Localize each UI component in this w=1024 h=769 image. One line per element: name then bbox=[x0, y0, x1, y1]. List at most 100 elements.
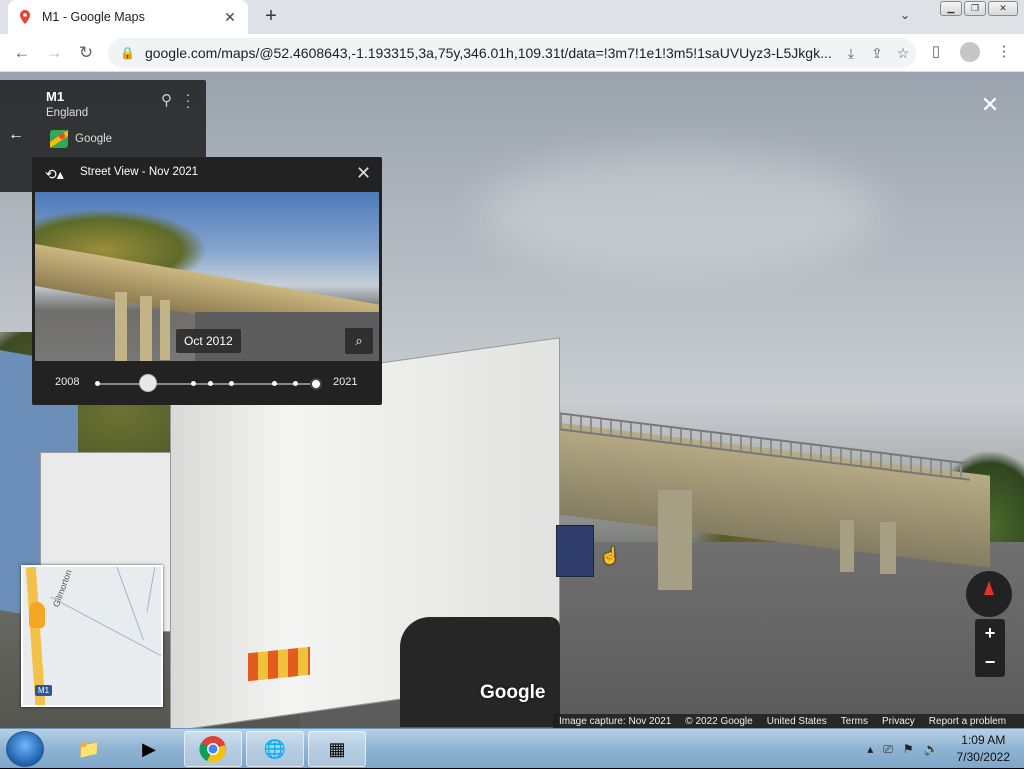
start-button[interactable] bbox=[6, 731, 44, 767]
forward-icon[interactable]: → bbox=[44, 43, 64, 63]
blue-truck-ahead bbox=[556, 525, 594, 577]
side-panel-icon[interactable]: ▯ bbox=[926, 42, 946, 62]
tab-search-icon[interactable]: ⌄ bbox=[896, 8, 914, 26]
year-slider[interactable]: 2008 2021 bbox=[32, 361, 382, 405]
more-options-icon[interactable]: · · · bbox=[183, 87, 193, 113]
time-machine-title: Street View - Nov 2021 bbox=[80, 166, 199, 178]
minimize-button[interactable]: ▁ bbox=[940, 1, 962, 16]
history-icon[interactable]: ⟲▴ bbox=[45, 166, 64, 184]
volume-icon[interactable]: 🔈 bbox=[924, 742, 939, 756]
clock-time: 1:09 AM bbox=[961, 733, 1006, 747]
url-text[interactable]: google.com/maps/@52.4608643,-1.193315,3a… bbox=[145, 45, 838, 61]
bridge-pillar bbox=[880, 522, 896, 574]
slider-tick[interactable] bbox=[272, 381, 277, 386]
location-subtitle: England bbox=[46, 107, 89, 119]
media-player-icon[interactable]: ▶ bbox=[120, 731, 178, 767]
control-panel-icon[interactable]: ▦ bbox=[308, 731, 366, 767]
thumbnail-date: Oct 2012 bbox=[176, 329, 241, 353]
thumbnail-pillar bbox=[140, 296, 152, 361]
slider-tick[interactable] bbox=[191, 381, 196, 386]
thumbnail-pillar bbox=[160, 300, 170, 360]
tab-title: M1 - Google Maps bbox=[42, 10, 145, 24]
copyright-text: © 2022 Google bbox=[685, 715, 753, 727]
profile-avatar[interactable] bbox=[960, 42, 980, 62]
compass-icon[interactable] bbox=[966, 571, 1012, 617]
slider-track[interactable] bbox=[97, 383, 317, 385]
privacy-link[interactable]: Privacy bbox=[882, 716, 915, 727]
minimap[interactable]: Gilmorton M1 bbox=[21, 565, 163, 707]
thumbnail-pillar bbox=[115, 292, 127, 361]
minimap-road-line bbox=[50, 596, 161, 659]
windows-taskbar: 📁 ▶ 🌐 ▦ ▴ ⎚ ⚑ 🔈 1:09 AM 7/30/2022 bbox=[0, 728, 1024, 768]
minimap-road-line bbox=[112, 567, 144, 640]
slider-tick[interactable] bbox=[95, 381, 100, 386]
year-end-label: 2021 bbox=[333, 376, 358, 388]
minimap-road-line bbox=[146, 567, 160, 613]
close-window-button[interactable]: ✕ bbox=[988, 1, 1018, 16]
new-tab-button[interactable]: + bbox=[260, 6, 282, 28]
pin-icon[interactable]: ⚲ bbox=[161, 91, 172, 109]
cloud bbox=[480, 152, 880, 272]
chrome-icon[interactable] bbox=[184, 731, 242, 767]
bridge-pillar bbox=[840, 520, 854, 572]
back-arrow-icon[interactable]: ← bbox=[8, 126, 24, 144]
browser-window: M1 - Google Maps ✕ + ⌄ ▁ ❐ ✕ ← → ↻ 🔒 goo… bbox=[0, 0, 1024, 728]
google-maps-logo-icon bbox=[50, 130, 68, 148]
year-start-label: 2008 bbox=[55, 376, 80, 388]
show-hidden-icons-icon[interactable]: ▴ bbox=[867, 742, 873, 756]
source-label: Google bbox=[75, 133, 113, 145]
report-problem-link[interactable]: Report a problem bbox=[929, 716, 1006, 727]
minimap-street-label: Gilmorton bbox=[51, 568, 74, 609]
explorer-icon[interactable]: 📁 bbox=[60, 731, 118, 767]
slider-thumb[interactable] bbox=[138, 374, 157, 392]
region-link[interactable]: United States bbox=[767, 716, 827, 727]
close-icon[interactable]: ✕ bbox=[356, 163, 371, 184]
map-footer: Image capture: Nov 2021 © 2022 Google Un… bbox=[553, 714, 1024, 728]
clock-date: 7/30/2022 bbox=[956, 750, 1010, 764]
browser-toolbar: ← → ↻ 🔒 google.com/maps/@52.4608643,-1.1… bbox=[0, 34, 1024, 72]
google-watermark: Google bbox=[480, 682, 546, 703]
close-street-view-icon[interactable]: ✕ bbox=[978, 92, 1002, 118]
street-view-panorama[interactable]: ← M1 England ⚲ · · · Google ⟲▴ Street View… bbox=[0, 72, 1024, 728]
network-icon[interactable]: ⎚ bbox=[883, 742, 893, 757]
share-icon[interactable]: ⇪ bbox=[864, 45, 890, 62]
maps-pin-icon bbox=[20, 10, 30, 24]
zoom-control: + − bbox=[975, 619, 1005, 677]
tab-strip: M1 - Google Maps ✕ + ⌄ ▁ ❐ ✕ bbox=[0, 0, 1024, 34]
window-controls: ▁ ❐ ✕ bbox=[940, 1, 1018, 16]
road-shield: M1 bbox=[35, 685, 53, 696]
hand-cursor-icon: ☝ bbox=[600, 548, 620, 565]
zoom-out-button[interactable]: − bbox=[975, 648, 1005, 677]
clock[interactable]: 1:09 AM 7/30/2022 bbox=[957, 732, 1010, 766]
network-globe-icon[interactable]: 🌐 bbox=[246, 731, 304, 767]
address-bar[interactable]: 🔒 google.com/maps/@52.4608643,-1.193315,… bbox=[108, 38, 916, 68]
menu-dots-icon[interactable]: ⋮ bbox=[994, 42, 1014, 62]
toolbar-actions: ▯ ⋮ bbox=[926, 42, 1014, 62]
slider-tick[interactable] bbox=[229, 381, 234, 386]
zoom-in-button[interactable]: + bbox=[975, 619, 1005, 648]
terms-link[interactable]: Terms bbox=[841, 716, 868, 727]
image-capture-text: Image capture: Nov 2021 bbox=[559, 715, 672, 727]
slider-tick[interactable] bbox=[208, 381, 213, 386]
chrome-logo-icon bbox=[199, 736, 226, 763]
action-center-icon[interactable]: ⚑ bbox=[903, 742, 914, 756]
time-machine-panel: ⟲▴ Street View - Nov 2021 ✕ Oct 2012 ⌕ 2… bbox=[32, 157, 382, 405]
back-icon[interactable]: ← bbox=[12, 43, 32, 63]
tab-close-icon[interactable]: ✕ bbox=[222, 9, 238, 26]
historic-thumbnail[interactable]: Oct 2012 ⌕ bbox=[35, 192, 379, 361]
slider-tick[interactable] bbox=[293, 381, 298, 386]
compass-needle bbox=[984, 581, 994, 595]
current-year-marker[interactable] bbox=[310, 378, 322, 390]
install-icon[interactable]: ⤓ bbox=[838, 45, 864, 62]
system-tray: ▴ ⎚ ⚑ 🔈 1:09 AM 7/30/2022 bbox=[867, 729, 1024, 769]
location-title: M1 bbox=[46, 89, 65, 104]
zoom-in-thumbnail-icon[interactable]: ⌕ bbox=[345, 328, 373, 354]
reload-icon[interactable]: ↻ bbox=[76, 43, 96, 63]
lock-icon[interactable]: 🔒 bbox=[120, 46, 135, 60]
truck-wheels bbox=[400, 617, 560, 727]
pegman-icon bbox=[29, 602, 45, 628]
tab-google-maps[interactable]: M1 - Google Maps ✕ bbox=[8, 0, 248, 34]
bookmark-star-icon[interactable]: ☆ bbox=[890, 45, 916, 62]
bridge-pillar bbox=[658, 490, 692, 590]
restore-button[interactable]: ❐ bbox=[964, 1, 986, 16]
